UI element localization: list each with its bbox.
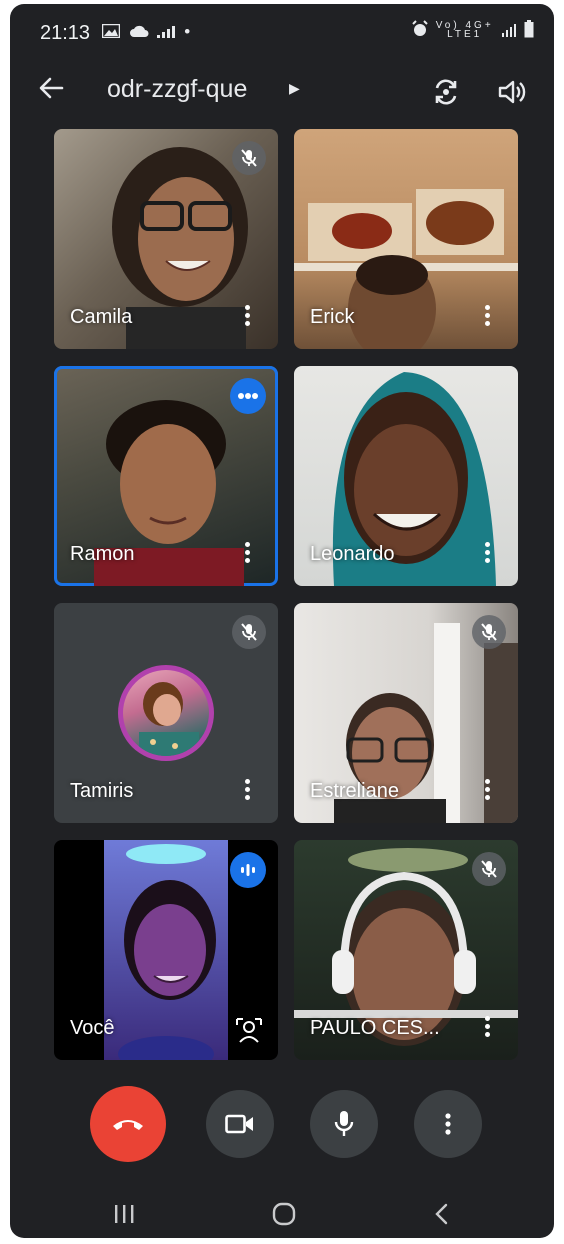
participant-tile-paulo[interactable]: PAULO CES... [294,840,518,1060]
chevron-left-icon [435,1203,448,1225]
caret-right-icon[interactable]: ▶ [289,80,300,97]
home-button[interactable] [264,1194,304,1234]
audio-dots-icon [238,393,258,399]
video-camera-icon [225,1114,253,1134]
phone-hangup-icon [113,1120,143,1130]
recent-apps-button[interactable] [104,1194,144,1234]
more-options-button[interactable] [414,1090,482,1158]
network-text: Vo) 4G+ LTE1 [436,21,494,40]
meeting-code[interactable]: odr-zzgf-que [107,75,247,104]
participant-name: Erick [310,306,355,328]
participant-name: Estreliane [310,780,399,802]
participant-tile-camila[interactable]: Camila [54,129,278,349]
arrow-left-icon [39,77,64,99]
background-effects-button[interactable] [234,1016,264,1046]
participant-more-button[interactable] [242,542,252,566]
microphone-icon [334,1111,354,1136]
participant-tile-erick[interactable]: Erick [294,129,518,349]
avatar-photo [139,682,199,756]
mic-off-icon [241,149,257,167]
mic-muted-indicator [232,615,266,649]
participant-more-button[interactable] [482,542,492,566]
microphone-toggle-button[interactable] [310,1090,378,1158]
participant-more-button[interactable] [482,779,492,803]
volume-icon [498,80,526,104]
status-right-icons: Vo) 4G+ LTE1 [411,20,534,40]
mic-off-icon [481,860,497,878]
audio-bars-icon [241,864,255,876]
participant-name: Ramon [70,543,135,565]
participant-more-button[interactable] [482,1016,492,1040]
network-sub: LTE1 [447,29,483,40]
speaking-indicator [230,852,266,888]
participant-more-button[interactable] [242,305,252,329]
switch-camera-icon [435,79,457,105]
participant-tile-tamiris[interactable]: Tamiris [54,603,278,823]
participant-tile-ramon[interactable]: Ramon [54,366,278,586]
mic-muted-indicator [472,615,506,649]
mic-off-icon [241,623,257,641]
avatar [118,665,214,761]
cell-signal-icon [501,24,516,37]
status-time: 21:13 [40,22,91,44]
participant-more-button[interactable] [242,779,252,803]
speaking-indicator [230,378,266,414]
camera-toggle-button[interactable] [206,1090,274,1158]
participant-name: Camila [70,306,133,328]
mic-muted-indicator [232,141,266,175]
status-left-icons: • [101,22,195,42]
participant-more-button[interactable] [482,305,492,329]
mic-off-icon [481,623,497,641]
back-button[interactable] [38,70,64,110]
dot-icon: • [184,22,195,41]
hang-up-button[interactable] [90,1086,166,1162]
home-icon [272,1202,296,1226]
mic-muted-indicator [472,852,506,886]
signal-bars-icon [157,26,176,38]
participant-name: Você [70,1017,115,1039]
meet-call-screen: 21:13 • Vo) 4G+ LTE1 odr-zzgf-que ▶ Cami… [10,4,554,1238]
alarm-icon [411,20,428,36]
switch-camera-button[interactable] [426,72,466,112]
more-vertical-icon [445,1113,451,1135]
image-icon [101,23,121,39]
battery-icon [524,20,534,38]
participant-tile-self[interactable]: Você [54,840,278,1060]
recents-icon [115,1205,134,1223]
background-effects-icon [236,1018,262,1043]
participant-name: PAULO CES... [310,1017,440,1039]
participant-tile-estreliane[interactable]: Estreliane [294,603,518,823]
participant-name: Leonardo [310,543,395,565]
status-bar: 21:13 • Vo) 4G+ LTE1 [10,4,554,60]
participant-name: Tamiris [70,780,134,802]
system-back-button[interactable] [422,1194,462,1234]
cloud-icon [129,25,149,37]
avatar-image [123,670,209,756]
participant-tile-leonardo[interactable]: Leonardo [294,366,518,586]
speaker-button[interactable] [492,72,532,112]
